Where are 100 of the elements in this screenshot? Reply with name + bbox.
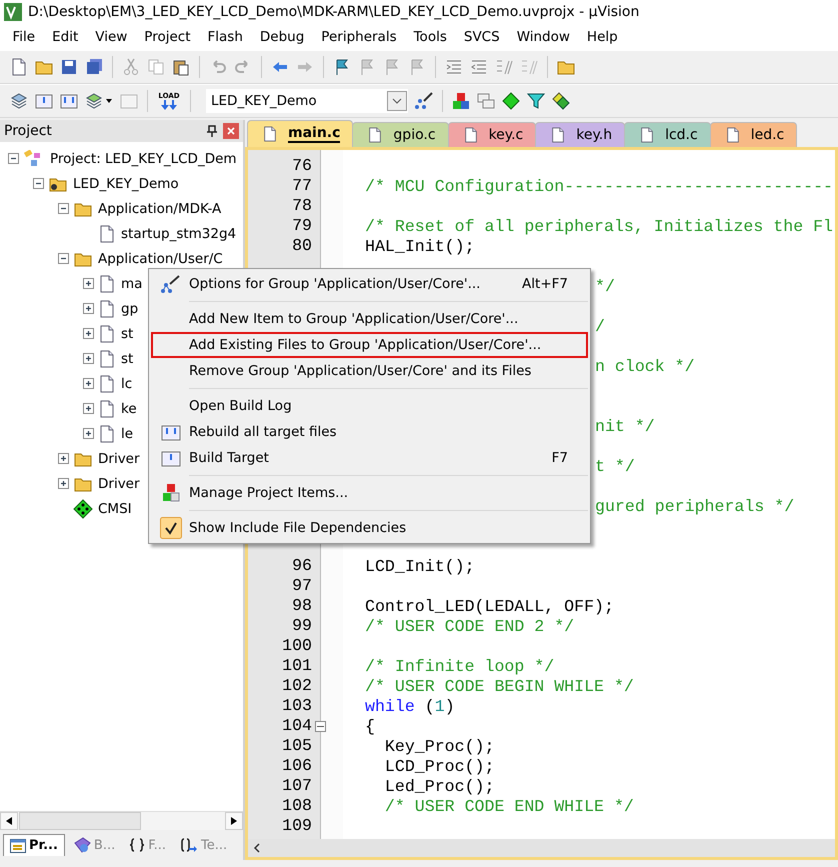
save-all-icon[interactable] (85, 58, 103, 76)
tree-item[interactable]: LED_KEY_Demo (73, 176, 179, 192)
windows-icon[interactable] (477, 92, 495, 110)
scroll-left-icon[interactable] (253, 843, 261, 853)
tree-item[interactable]: Project: LED_KEY_LCD_Dem (50, 150, 237, 166)
close-icon[interactable] (223, 123, 239, 139)
menu-item[interactable]: Tools (405, 29, 456, 45)
dropdown-button[interactable] (387, 91, 407, 111)
file-icon (98, 398, 116, 418)
diamond-icon[interactable] (502, 92, 520, 110)
wand-icon[interactable] (415, 92, 433, 110)
menu-item[interactable]: Add Existing Files to Group 'Application/User/Core'... (151, 332, 588, 358)
tree-item[interactable]: Driver (98, 450, 140, 466)
tree-item[interactable]: Driver (98, 476, 140, 492)
template-icon (180, 837, 198, 853)
tree-item[interactable]: st (121, 350, 134, 366)
code-line: /* MCU Configuration--------------------------- (365, 176, 834, 196)
diamonds-icon[interactable] (552, 92, 570, 110)
new-file-icon[interactable] (10, 58, 28, 76)
menu-item[interactable]: Rebuild all target files (151, 419, 588, 445)
code-line: Key_Proc(); (384, 736, 494, 756)
file-tab[interactable]: key.h (535, 122, 626, 147)
scroll-right-icon[interactable] (225, 812, 243, 830)
line-number: 107 (281, 776, 313, 796)
menu-item[interactable]: File (4, 29, 44, 45)
expand-toggle[interactable] (58, 478, 69, 489)
menu-item[interactable]: View (86, 29, 136, 45)
menu-item[interactable]: Add New Item to Group 'Application/User/Core'... (151, 306, 588, 332)
tree-item[interactable]: le (121, 426, 134, 442)
panel-tab[interactable]: Pr... (3, 834, 65, 856)
expand-toggle[interactable] (83, 428, 94, 439)
collapse-toggle[interactable] (315, 720, 326, 732)
file-tab[interactable]: main.c (247, 120, 354, 147)
save-icon[interactable] (60, 58, 78, 76)
file-tab[interactable]: key.c (448, 122, 536, 147)
file-tab[interactable]: led.c (710, 122, 798, 147)
project-window-icon (10, 838, 26, 852)
tree-item[interactable]: CMSI (98, 500, 132, 516)
expand-toggle[interactable] (83, 278, 94, 289)
file-icon (98, 348, 116, 368)
file-tab[interactable]: lcd.c (624, 122, 711, 147)
collapse-toggle[interactable] (58, 203, 69, 214)
blocks-icon[interactable] (452, 92, 470, 110)
menu-item[interactable]: Edit (44, 29, 87, 45)
file-icon (550, 126, 566, 144)
menu-item[interactable]: Window (508, 29, 578, 45)
menu-item[interactable]: Help (578, 29, 626, 45)
diamond-icon (73, 498, 93, 518)
code-line: { (365, 716, 375, 736)
build-icon[interactable] (35, 92, 53, 110)
outdent-icon[interactable] (470, 58, 488, 76)
tree-item[interactable]: gp (121, 300, 138, 316)
tree-item[interactable]: Application/User/C (98, 250, 223, 266)
target-dropdown[interactable]: LED_KEY_Demo (206, 89, 408, 113)
filter-icon[interactable] (527, 92, 545, 110)
menu-item[interactable]: SVCS (455, 29, 508, 45)
expand-toggle[interactable] (83, 378, 94, 389)
stack-icon[interactable] (10, 92, 28, 110)
collapse-toggle[interactable] (58, 253, 69, 264)
horizontal-scrollbar[interactable] (248, 839, 835, 857)
file-icon (639, 126, 656, 144)
paste-icon[interactable] (172, 58, 190, 76)
menu-item[interactable]: Project (136, 29, 199, 45)
collapse-toggle[interactable] (8, 153, 19, 164)
expand-toggle[interactable] (58, 453, 69, 464)
menu-item[interactable]: Flash (199, 29, 252, 45)
file-icon (98, 224, 116, 244)
line-number: 76 (291, 156, 313, 176)
file-icon (98, 424, 116, 444)
tree-item[interactable]: startup_stm32g4 (121, 226, 236, 242)
collapse-toggle[interactable] (33, 178, 44, 189)
menu-item[interactable]: Peripherals (312, 29, 406, 45)
menu-item[interactable]: Debug (251, 29, 313, 45)
build-icon[interactable] (60, 92, 78, 110)
menu-item[interactable]: Open Build Log (151, 393, 588, 419)
menu-item[interactable]: Build Target F7 (151, 445, 588, 471)
file-icon (262, 125, 278, 143)
expand-toggle[interactable] (83, 403, 94, 414)
stack-icon[interactable] (85, 92, 103, 110)
expand-toggle[interactable] (83, 303, 94, 314)
menu-item[interactable]: Remove Group 'Application/User/Core' and its Files (151, 358, 588, 384)
expand-toggle[interactable] (83, 353, 94, 364)
wand-icon (161, 275, 181, 293)
caret-icon[interactable] (105, 98, 113, 104)
line-number: 97 (291, 576, 313, 596)
tree-item[interactable]: ma (121, 276, 142, 292)
code-fragment: gured peripherals */ (595, 496, 794, 516)
tree-item[interactable]: lc (121, 376, 132, 392)
indent-icon[interactable] (445, 58, 463, 76)
menu-item[interactable]: Manage Project Items... (151, 480, 588, 506)
scrollbar-thumb[interactable] (19, 812, 141, 830)
tree-item[interactable]: ke (121, 400, 137, 416)
menu-item[interactable]: Options for Group 'Application/User/Core'... Alt+F7 (151, 271, 588, 297)
tree-item[interactable]: st (121, 326, 134, 342)
expand-toggle[interactable] (83, 328, 94, 339)
code-fragment: / (595, 316, 605, 336)
menu-item[interactable]: Show Include File Dependencies (151, 515, 588, 541)
pin-icon[interactable] (207, 125, 217, 137)
tree-item[interactable]: Application/MDK-A (98, 200, 222, 216)
file-tab[interactable]: gpio.c (352, 122, 449, 147)
